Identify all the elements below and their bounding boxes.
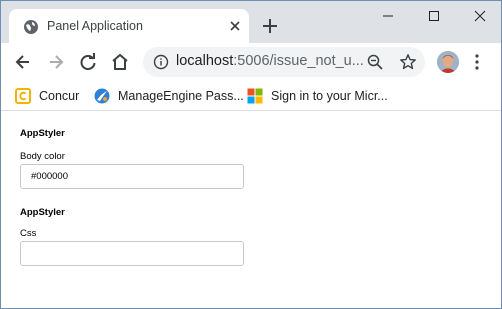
- tab-title: Panel Application: [47, 19, 143, 33]
- bookmark-concur[interactable]: Concur: [15, 86, 85, 106]
- bookmark-label: Sign in to your Micr...: [271, 89, 388, 103]
- close-tab-icon[interactable]: [227, 18, 243, 34]
- url-text: localhost:5006/issue_not_u...: [176, 53, 364, 69]
- home-icon[interactable]: [110, 52, 130, 72]
- concur-icon: [15, 88, 31, 104]
- bookmarks-bar: Concur ManageEngine Pass... Sign in to y…: [1, 81, 501, 111]
- profile-avatar[interactable]: [437, 51, 459, 73]
- css-label: Css: [20, 228, 37, 239]
- body-color-input[interactable]: [20, 164, 244, 189]
- menu-icon[interactable]: [475, 54, 479, 70]
- back-arrow-icon[interactable]: [13, 52, 33, 72]
- bookmark-label: ManageEngine Pass...: [118, 89, 244, 103]
- section-title-appstyler: AppStyler: [20, 128, 65, 139]
- close-window-button[interactable]: [457, 1, 501, 31]
- url-host: localhost: [176, 53, 234, 69]
- bookmark-manageengine[interactable]: ManageEngine Pass...: [94, 86, 244, 106]
- address-bar[interactable]: localhost:5006/issue_not_u...: [143, 47, 425, 77]
- maximize-button[interactable]: [411, 1, 457, 31]
- zoom-icon[interactable]: [367, 54, 383, 70]
- star-icon[interactable]: [399, 53, 417, 71]
- browser-window: Panel Application localhost:5006/issue_n…: [0, 0, 502, 309]
- css-input[interactable]: [20, 241, 244, 266]
- page-content: AppStyler Body color AppStyler Css: [1, 112, 501, 308]
- maximize-icon: [429, 11, 439, 21]
- body-color-label: Body color: [20, 151, 65, 162]
- avatar-image: [437, 51, 459, 73]
- bookmark-microsoft[interactable]: Sign in to your Micr...: [247, 86, 388, 106]
- minimize-icon: [383, 15, 393, 17]
- url-path: :5006/issue_not_u...: [233, 53, 364, 69]
- globe-icon: [24, 20, 38, 34]
- tab-panel-application[interactable]: Panel Application: [9, 9, 249, 43]
- reload-icon[interactable]: [78, 52, 98, 72]
- info-icon[interactable]: [153, 54, 169, 70]
- minimize-button[interactable]: [365, 1, 411, 31]
- section-title-appstyler-css: AppStyler: [20, 207, 65, 218]
- manageengine-icon: [94, 88, 110, 104]
- forward-arrow-icon[interactable]: [46, 52, 66, 72]
- new-tab-icon[interactable]: [261, 17, 279, 35]
- browser-toolbar: localhost:5006/issue_not_u...: [1, 43, 501, 81]
- bookmark-label: Concur: [39, 89, 80, 103]
- close-icon: [474, 10, 486, 22]
- tab-strip: Panel Application: [1, 1, 501, 43]
- microsoft-icon: [247, 88, 263, 104]
